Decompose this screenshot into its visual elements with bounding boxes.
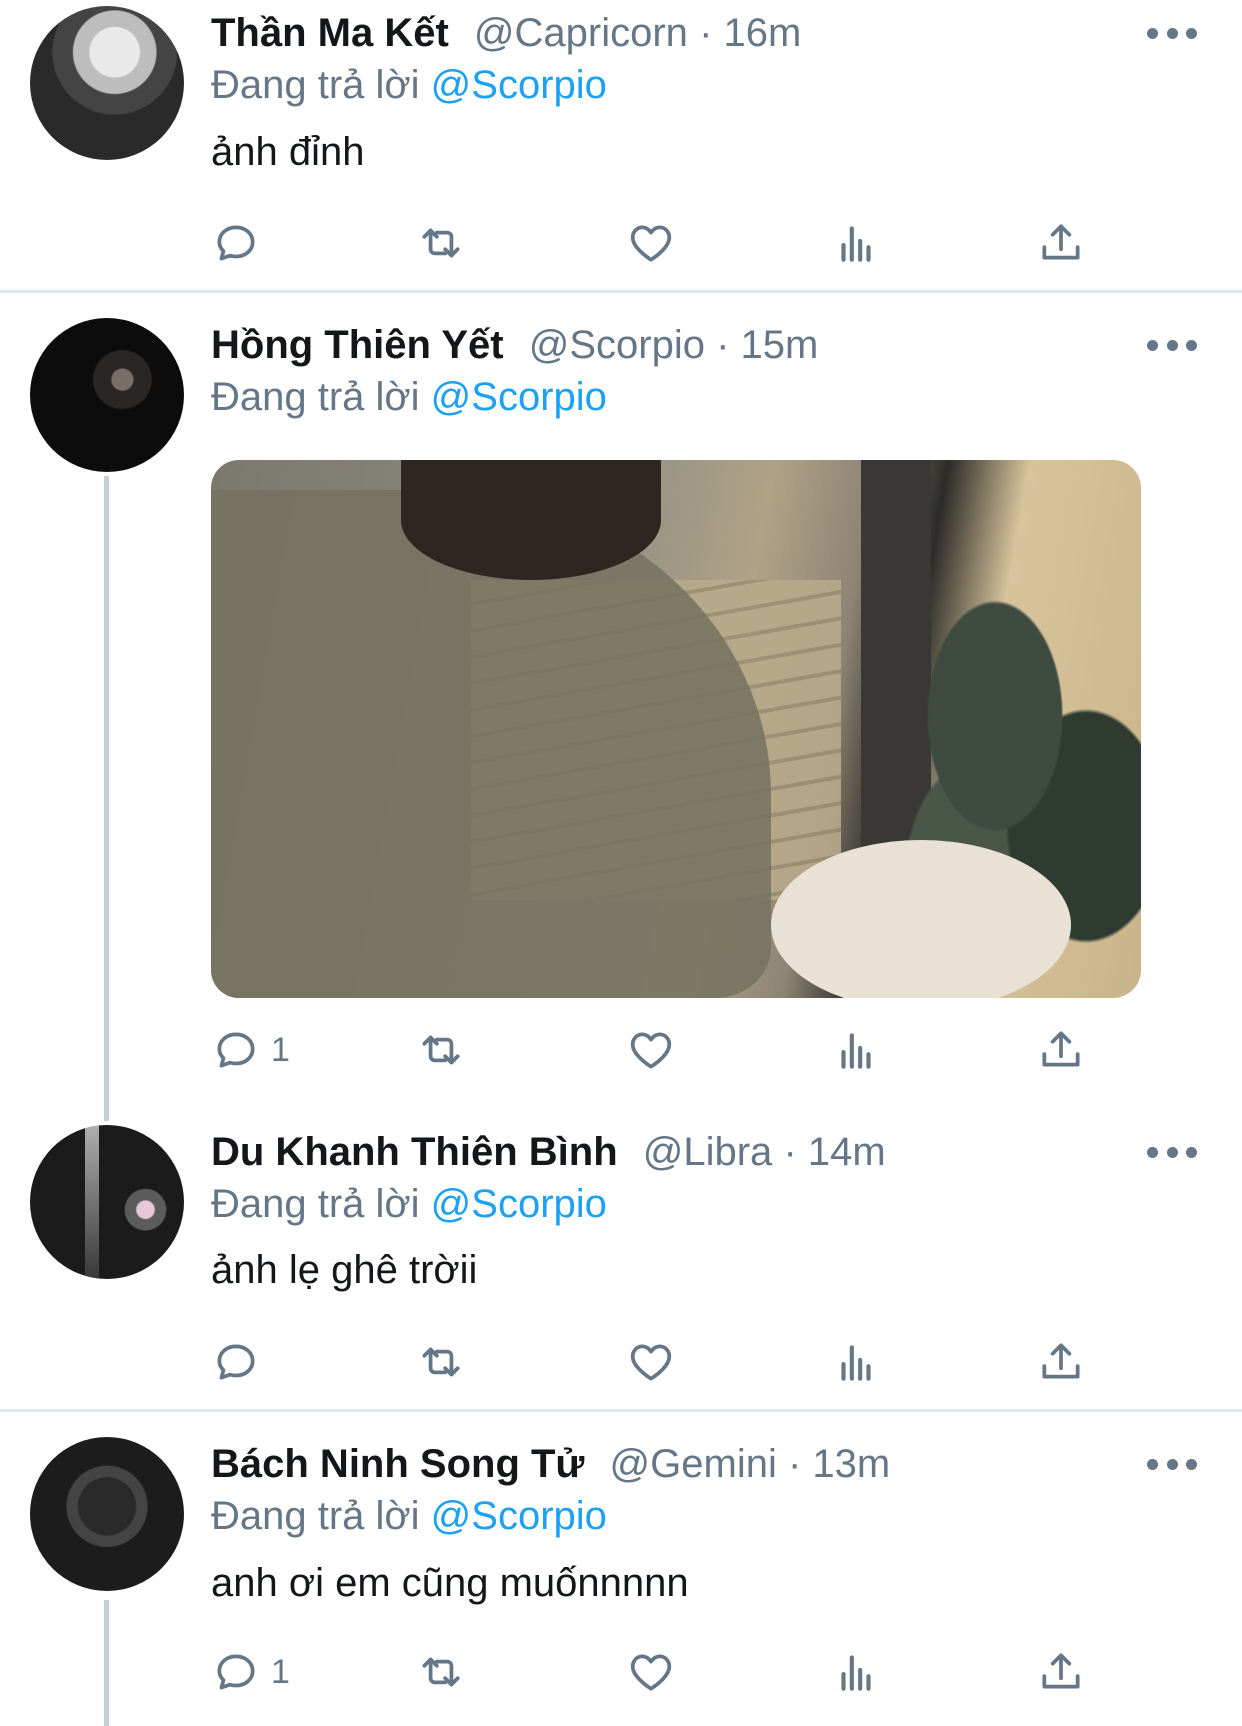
retweet-button[interactable] [416,1332,466,1392]
retweet-icon [422,1035,460,1065]
analytics-button[interactable] [831,1332,881,1392]
tweet-header: Hồng Thiên Yết @Scorpio · 15m [211,321,818,369]
like-button[interactable] [626,1642,676,1702]
heart-icon [630,1344,672,1381]
share-button[interactable] [1036,1332,1086,1392]
avatar[interactable] [30,1437,184,1591]
avatar[interactable] [30,1125,184,1279]
tweet-header: Du Khanh Thiên Bình @Libra · 14m [211,1128,886,1176]
action-bar [211,1332,1091,1392]
analytics-icon [841,1655,871,1691]
tweet-text: ảnh đỉnh [211,130,365,174]
retweet-icon [422,1347,460,1377]
analytics-button[interactable] [831,213,881,273]
display-name[interactable]: Du Khanh Thiên Bình [211,1130,618,1174]
timestamp[interactable]: 14m [808,1130,886,1174]
share-button[interactable] [1036,1020,1086,1080]
share-icon [1042,1653,1080,1689]
reply-count: 1 [271,1030,290,1069]
share-icon [1042,1343,1080,1379]
heart-icon [630,225,672,262]
reply-count: 1 [271,1652,290,1691]
media-image[interactable] [211,460,1141,998]
separator: · [783,1130,808,1174]
display-name[interactable]: Bách Ninh Song Tử [211,1442,584,1486]
separator: · [699,11,724,55]
retweet-icon [422,228,460,258]
heart-icon [630,1654,672,1691]
timestamp[interactable]: 15m [741,323,819,367]
retweet-icon [422,1657,460,1687]
tweet-text: anh ơi em cũng muốnnnnn [211,1561,689,1605]
avatar[interactable] [30,318,184,472]
avatar[interactable] [30,6,184,160]
reply-prefix: Đang trả lời [211,1182,431,1226]
divider [0,1409,1242,1412]
mention-link[interactable]: @Scorpio [431,1494,607,1538]
share-button[interactable] [1036,213,1086,273]
share-icon [1042,224,1080,260]
reply-button[interactable] [211,1332,271,1392]
divider [0,290,1242,293]
mention-link[interactable]: @Scorpio [431,375,607,419]
thread-line [104,476,109,1121]
reply-button[interactable]: 1 [211,1020,290,1080]
timestamp[interactable]: 13m [812,1442,890,1486]
reply-icon [217,1032,255,1068]
user-handle[interactable]: @Scorpio [529,323,705,367]
tweet-header: Thần Ma Kết @Capricorn · 16m [211,9,801,57]
timestamp[interactable]: 16m [724,11,802,55]
retweet-button[interactable] [416,213,466,273]
more-icon[interactable] [1147,1449,1197,1479]
like-button[interactable] [626,1332,676,1392]
separator: · [787,1442,813,1486]
display-name[interactable]: Thần Ma Kết [211,11,449,55]
tweet-text: ảnh lẹ ghê trờii [211,1248,478,1292]
user-handle[interactable]: @Libra [643,1130,773,1174]
replying-to: Đang trả lời @Scorpio [211,1492,607,1540]
more-icon[interactable] [1147,330,1197,360]
replying-to: Đang trả lời @Scorpio [211,1180,607,1228]
more-icon[interactable] [1147,18,1197,48]
reply-icon [217,1654,255,1690]
user-handle[interactable]: @Capricorn [474,11,688,55]
reply-prefix: Đang trả lời [211,1494,431,1538]
reply-button[interactable]: 1 [211,1642,290,1702]
analytics-button[interactable] [831,1642,881,1702]
reply-button[interactable] [211,213,271,273]
reply-prefix: Đang trả lời [211,63,431,107]
heart-icon [630,1032,672,1069]
thread-line [104,1600,109,1726]
replying-to: Đang trả lời @Scorpio [211,373,607,421]
analytics-icon [841,1345,871,1381]
analytics-icon [841,226,871,262]
user-handle[interactable]: @Gemini [610,1442,777,1486]
like-button[interactable] [626,213,676,273]
retweet-button[interactable] [416,1642,466,1702]
reply-icon [217,1344,255,1380]
mention-link[interactable]: @Scorpio [431,1182,607,1226]
like-button[interactable] [626,1020,676,1080]
action-bar [211,213,1091,273]
more-icon[interactable] [1147,1137,1197,1167]
share-button[interactable] [1036,1642,1086,1702]
analytics-icon [841,1033,871,1069]
analytics-button[interactable] [831,1020,881,1080]
display-name[interactable]: Hồng Thiên Yết [211,323,504,367]
mention-link[interactable]: @Scorpio [431,63,607,107]
separator: · [716,323,741,367]
retweet-button[interactable] [416,1020,466,1080]
tweet-header: Bách Ninh Song Tử @Gemini · 13m [211,1440,890,1488]
action-bar: 1 [211,1642,1091,1702]
replying-to: Đang trả lời @Scorpio [211,61,607,109]
share-icon [1042,1031,1080,1067]
reply-icon [217,225,255,261]
action-bar: 1 [211,1020,1091,1080]
reply-prefix: Đang trả lời [211,375,431,419]
